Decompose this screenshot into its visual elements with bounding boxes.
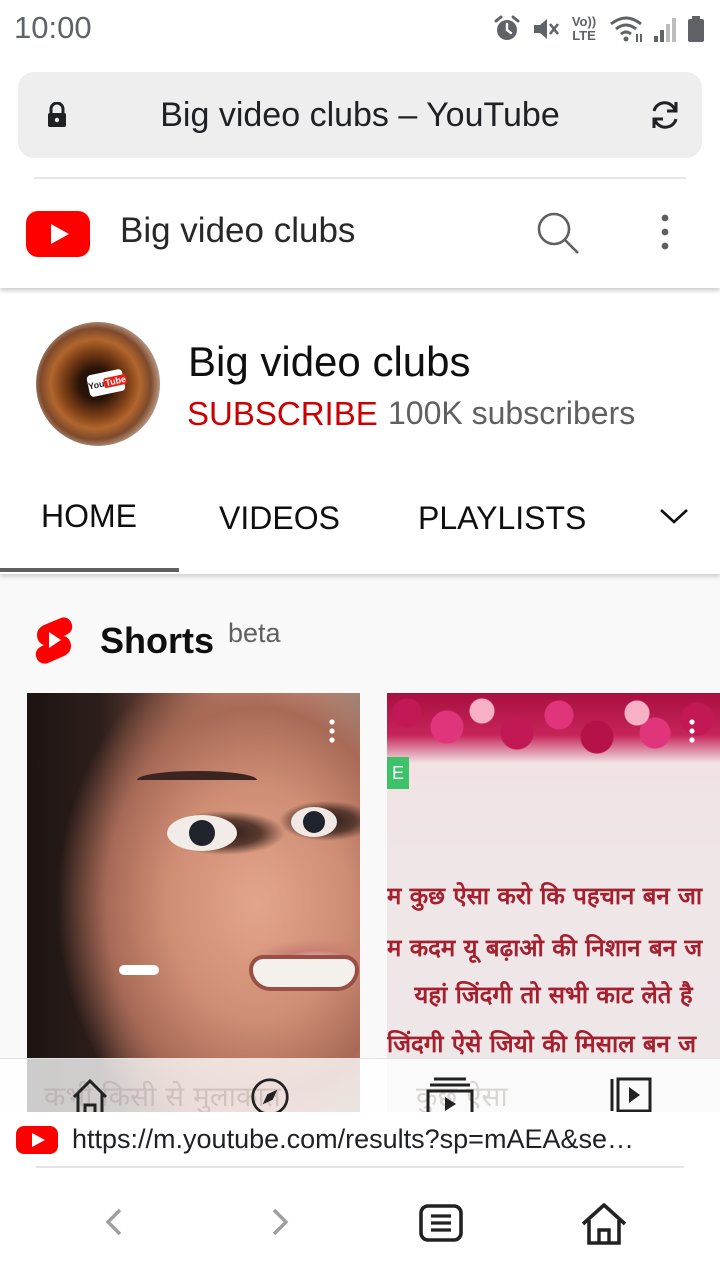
subscriptions-icon[interactable] [426,1077,474,1117]
home-icon[interactable] [70,1077,110,1117]
url-suggestion[interactable]: https://m.youtube.com/results?sp=mAEA&se… [0,1112,720,1166]
thumbnail-text-line: जिंदगी ऐसे जियो की मिसाल बन ज [387,1029,697,1058]
short-thumbnail[interactable] [27,693,360,1113]
reload-icon[interactable] [648,98,682,132]
forward-icon[interactable] [268,1202,292,1242]
status-bar: 10:00 Vo)) LTE [0,0,720,58]
tabs-menu-icon[interactable] [418,1202,464,1244]
thumbnail-text-line: म कुछ ऐसा करो कि पहचान बन जा [387,881,703,910]
volte-label-bottom: LTE [572,28,596,43]
short-thumbnail[interactable]: E म कुछ ऐसा करो कि पहचान बन जा म कदम यू … [387,693,720,1113]
thumbnail-detail [291,807,337,837]
volte-icon: Vo)) LTE [568,15,600,43]
avatar-logo: YouTube [86,368,128,398]
back-icon[interactable] [102,1202,126,1242]
thumbnail-detail [167,815,237,851]
status-time: 10:00 [14,10,92,45]
thumbnail-detail [137,771,257,789]
youtube-header: Big video clubs [0,180,720,288]
shorts-beta-badge: beta [228,618,281,648]
search-icon[interactable] [535,210,581,256]
thumbnail-detail [119,965,159,975]
status-icons: Vo)) LTE [492,12,706,46]
youtube-favicon-icon [16,1126,58,1154]
address-bar[interactable]: Big video clubs – YouTube [18,72,702,158]
tab-playlists[interactable]: PLAYLISTS [418,500,586,537]
thumbnail-detail [249,955,359,991]
more-options-icon[interactable] [650,210,680,256]
channel-name: Big video clubs [188,338,471,385]
youtube-bottom-nav: कभी किसी से मुलाकात कुछ ऐसा [0,1058,720,1117]
page-title: Big video clubs – YouTube [160,96,560,134]
wifi-icon [610,16,642,42]
side-tab: E [387,757,409,789]
suggestion-url: https://m.youtube.com/results?sp=mAEA&se… [72,1124,634,1154]
chevron-down-icon[interactable] [658,504,690,528]
battery-icon [688,16,704,42]
shorts-icon [35,617,73,664]
avatar-logo-tube: Tube [103,373,128,389]
channel-avatar: YouTube [36,322,160,446]
alarm-icon [494,15,520,40]
lock-icon [48,102,66,127]
divider [34,177,686,179]
home-icon[interactable] [580,1202,628,1246]
tab-videos[interactable]: VIDEOS [219,500,340,537]
subscribe-button[interactable]: SUBSCRIBE [187,395,378,433]
header-channel-title: Big video clubs [120,211,356,250]
shorts-title: Shorts [100,620,215,661]
tab-home[interactable]: HOME [41,498,137,535]
subscriber-count: 100K subscribers [388,395,636,431]
explore-icon[interactable] [248,1077,292,1117]
volte-label-top: Vo)) [571,14,597,29]
browser-toolbar [0,1168,720,1280]
short-more-icon[interactable] [326,717,338,747]
thumbnail-text-line: यहां जिंदगी तो सभी काट लेते है [414,980,693,1009]
mute-icon [534,19,560,39]
signal-icon [654,18,676,42]
thumbnail-text-line: म कदम यू बढ़ाओ की निशान बन ज [387,933,703,962]
tab-selected-indicator [0,568,179,572]
youtube-logo-icon[interactable] [26,211,90,257]
library-icon[interactable] [608,1077,654,1117]
flower-border [387,693,720,763]
short-more-icon[interactable] [686,717,698,747]
channel-tabs: HOME VIDEOS PLAYLISTS [0,470,720,574]
